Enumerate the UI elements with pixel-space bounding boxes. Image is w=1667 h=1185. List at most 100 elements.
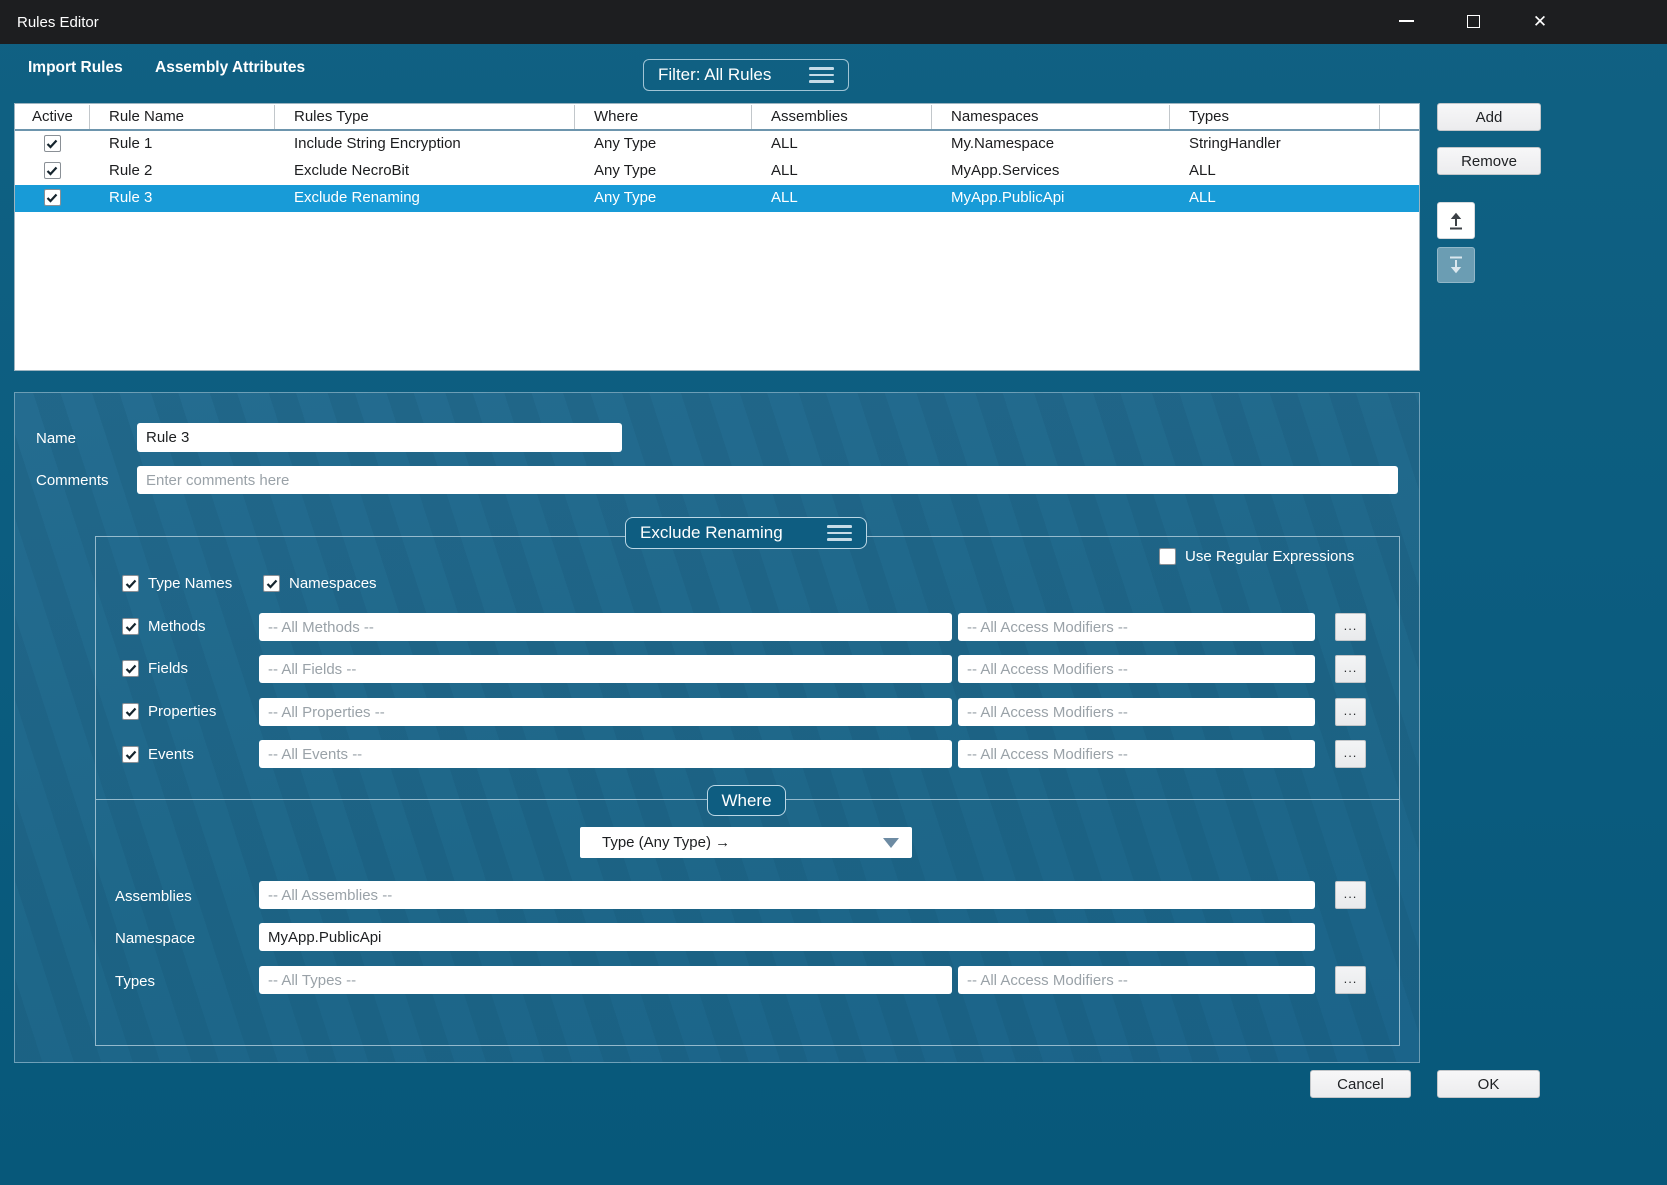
fields-checkbox[interactable] (122, 660, 139, 677)
close-icon: ✕ (1532, 11, 1548, 31)
properties-browse-button[interactable]: ... (1335, 698, 1366, 726)
types-access-modifiers-input[interactable] (958, 966, 1315, 994)
methods-row: Methods (122, 618, 206, 635)
type-names-checkbox[interactable] (122, 575, 139, 592)
filter-dropdown[interactable]: Filter: All Rules (643, 59, 849, 91)
types-browse-button[interactable]: ... (1335, 966, 1366, 994)
methods-label: Methods (148, 618, 206, 635)
close-button[interactable]: ✕ (1523, 4, 1557, 38)
col-header-where[interactable]: Where (594, 108, 638, 125)
events-access-modifiers-input[interactable] (958, 740, 1315, 768)
table-row[interactable]: Rule 1 Include String Encryption Any Typ… (15, 131, 1419, 158)
events-filter-input[interactable] (259, 740, 952, 768)
rule-type-selector[interactable]: Exclude Renaming (625, 517, 867, 549)
cell-namespaces: MyApp.PublicApi (951, 189, 1065, 206)
events-browse-button[interactable]: ... (1335, 740, 1366, 768)
cell-namespaces: My.Namespace (951, 135, 1055, 152)
table-row[interactable]: Rule 3 Exclude Renaming Any Type ALL MyA… (15, 185, 1419, 212)
use-regex-row: Use Regular Expressions (1159, 548, 1354, 565)
where-type-dropdown[interactable]: Type (Any Type) → (580, 827, 912, 858)
methods-filter-input[interactable] (259, 613, 952, 641)
events-checkbox[interactable] (122, 746, 139, 763)
fields-browse-button[interactable]: ... (1335, 655, 1366, 683)
col-header-rules-type[interactable]: Rules Type (294, 108, 369, 125)
namespaces-checkbox[interactable] (263, 575, 280, 592)
namespaces-label: Namespaces (289, 575, 377, 592)
cell-rules-type: Include String Encryption (294, 135, 461, 152)
menu-import-rules[interactable]: Import Rules (28, 59, 123, 77)
properties-checkbox[interactable] (122, 703, 139, 720)
add-button[interactable]: Add (1437, 103, 1541, 131)
col-header-active[interactable]: Active (32, 108, 73, 125)
properties-access-modifiers-input[interactable] (958, 698, 1315, 726)
use-regex-label: Use Regular Expressions (1185, 548, 1355, 565)
properties-row: Properties (122, 703, 216, 720)
assemblies-browse-button[interactable]: ... (1335, 881, 1366, 909)
col-header-types[interactable]: Types (1189, 108, 1229, 125)
assemblies-label: Assemblies (115, 888, 192, 905)
rule-active-checkbox[interactable] (43, 189, 61, 206)
maximize-button[interactable] (1456, 4, 1490, 38)
type-names-row: Type Names (122, 575, 232, 592)
ok-button[interactable]: OK (1437, 1070, 1540, 1098)
table-header-row: Active Rule Name Rules Type Where Assemb… (15, 104, 1419, 131)
use-regex-checkbox[interactable] (1159, 548, 1176, 565)
where-label: Where (721, 790, 772, 810)
where-type-value: Type (Any Type) → (602, 834, 731, 851)
cell-namespaces: MyApp.Services (951, 162, 1060, 179)
cell-rule-name: Rule 3 (109, 189, 153, 206)
cell-rule-name: Rule 2 (109, 162, 153, 179)
fields-filter-input[interactable] (259, 655, 952, 683)
minimize-button[interactable] (1389, 4, 1423, 38)
cell-assemblies: ALL (771, 189, 798, 206)
move-up-button[interactable] (1437, 202, 1475, 239)
namespaces-row: Namespaces (263, 575, 377, 592)
cell-where: Any Type (594, 189, 657, 206)
cell-rules-type: Exclude NecroBit (294, 162, 410, 179)
cell-types: StringHandler (1189, 135, 1281, 152)
cell-types: ALL (1189, 189, 1216, 206)
cell-types: ALL (1189, 162, 1216, 179)
type-names-label: Type Names (148, 575, 233, 592)
table-row[interactable]: Rule 2 Exclude NecroBit Any Type ALL MyA… (15, 158, 1419, 185)
chevron-down-icon (883, 837, 899, 848)
types-input[interactable] (259, 966, 952, 994)
comments-input[interactable] (137, 466, 1398, 494)
rule-name-input[interactable] (137, 423, 622, 452)
properties-filter-input[interactable] (259, 698, 952, 726)
fields-access-modifiers-input[interactable] (958, 655, 1315, 683)
arrow-down-to-bar-icon (1450, 256, 1462, 274)
cell-assemblies: ALL (771, 135, 798, 152)
assemblies-input[interactable] (259, 881, 1315, 909)
fields-label: Fields (148, 660, 189, 677)
methods-access-modifiers-input[interactable] (958, 613, 1315, 641)
cell-where: Any Type (594, 135, 657, 152)
col-header-namespaces[interactable]: Namespaces (951, 108, 1039, 125)
col-header-assemblies[interactable]: Assemblies (771, 108, 848, 125)
filter-label: Filter: All Rules (658, 65, 772, 84)
comments-label: Comments (36, 472, 109, 489)
namespace-input[interactable] (259, 923, 1315, 951)
move-down-button[interactable] (1437, 247, 1475, 283)
rule-active-checkbox[interactable] (43, 135, 61, 152)
methods-checkbox[interactable] (122, 618, 139, 635)
remove-button[interactable]: Remove (1437, 147, 1541, 175)
rule-active-checkbox[interactable] (43, 162, 61, 179)
maximize-icon (1466, 14, 1480, 28)
rule-type-label: Exclude Renaming (640, 523, 783, 542)
cell-rule-name: Rule 1 (109, 135, 153, 152)
col-header-rule-name[interactable]: Rule Name (109, 108, 184, 125)
methods-browse-button[interactable]: ... (1335, 613, 1366, 641)
events-row: Events (122, 746, 194, 763)
properties-label: Properties (148, 703, 217, 720)
name-label: Name (36, 430, 77, 447)
window-title: Rules Editor (17, 13, 99, 31)
types-label: Types (115, 973, 156, 990)
namespace-label: Namespace (115, 930, 196, 947)
cancel-button[interactable]: Cancel (1310, 1070, 1411, 1098)
cell-where: Any Type (594, 162, 657, 179)
menu-assembly-attributes[interactable]: Assembly Attributes (155, 59, 305, 77)
hamburger-icon (827, 525, 852, 541)
arrow-up-from-bar-icon (1450, 212, 1462, 229)
hamburger-icon (809, 67, 834, 83)
